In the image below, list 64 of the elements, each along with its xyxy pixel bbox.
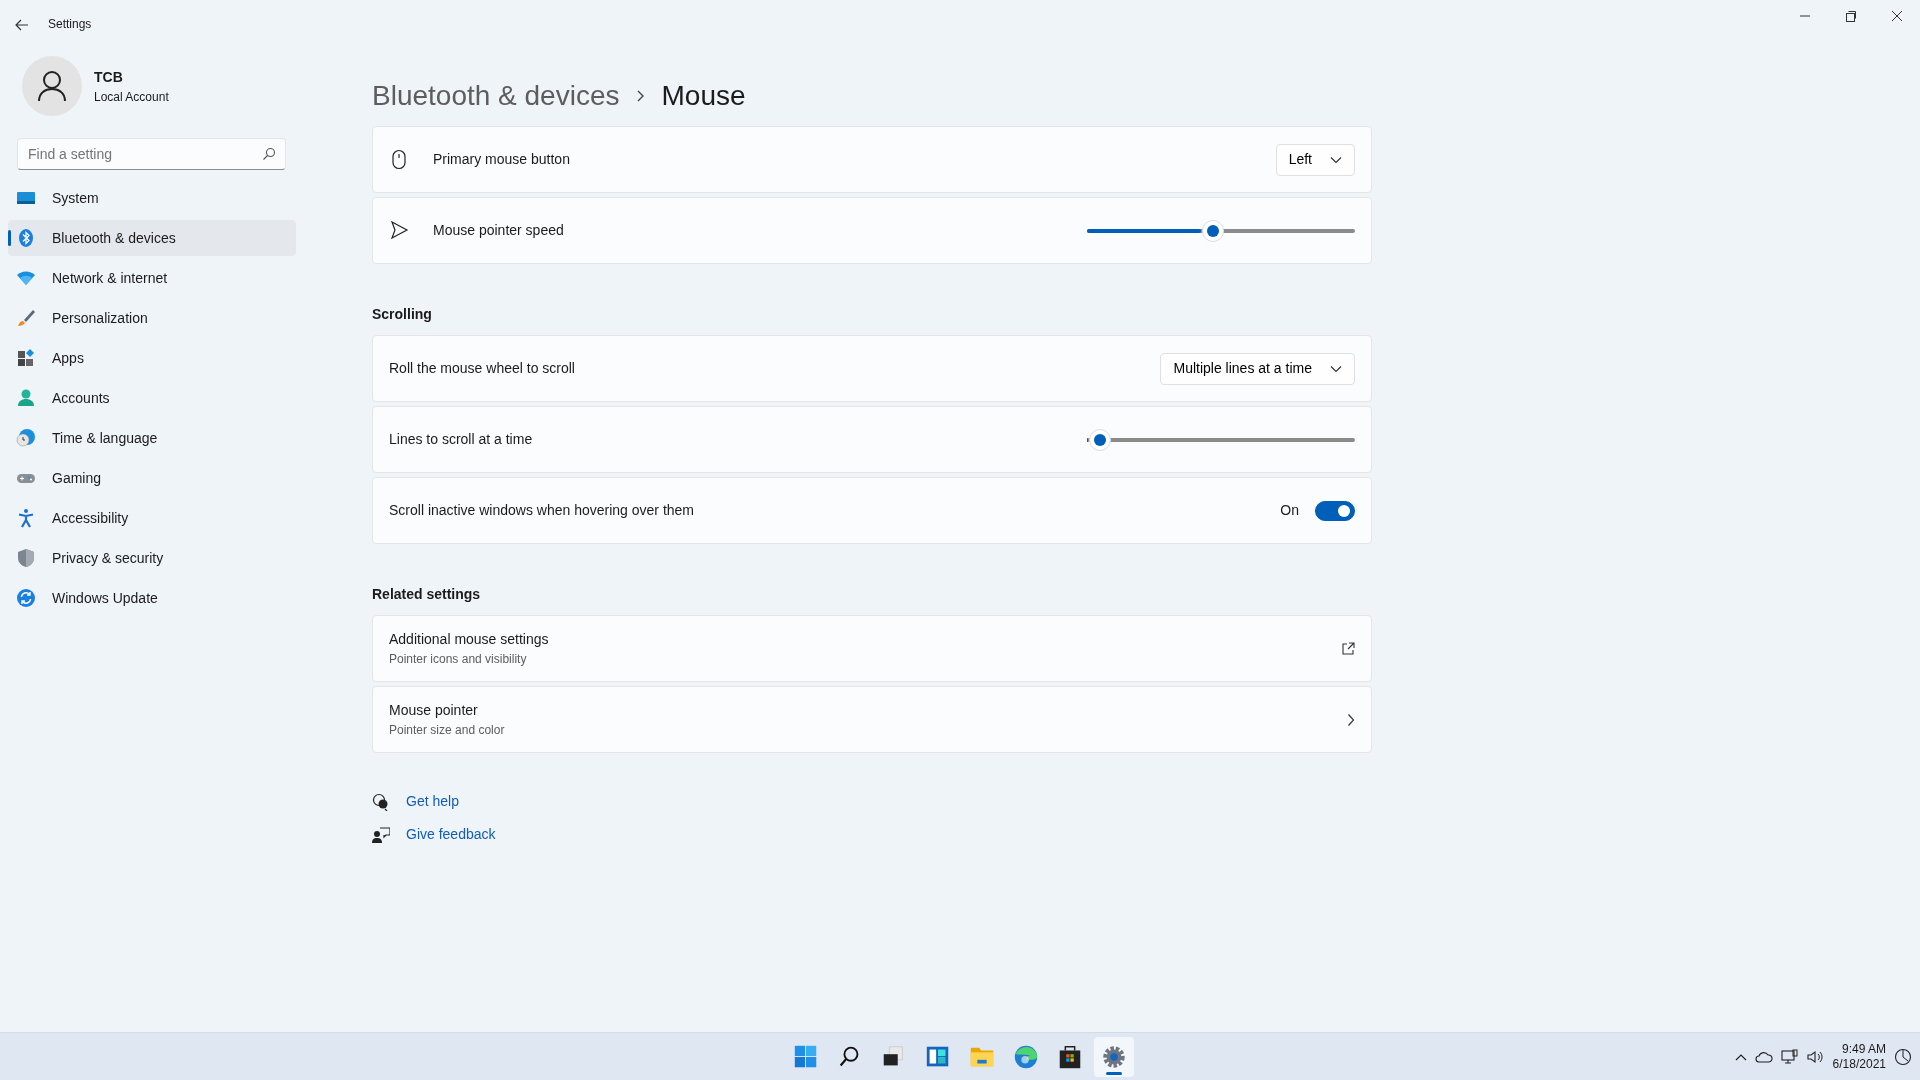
nav-item[interactable]: Personalization	[8, 300, 296, 336]
nav-item[interactable]: Accounts	[8, 380, 296, 416]
shield-icon	[16, 548, 36, 568]
person-icon	[16, 388, 36, 408]
section-title: Related settings	[372, 585, 482, 604]
setting-label: Roll the mouse wheel to scroll	[389, 359, 576, 378]
window-title: Settings	[48, 16, 92, 33]
search-icon	[262, 147, 276, 161]
nav-item[interactable]: Apps	[8, 340, 296, 376]
nav-item[interactable]: Time & language	[8, 420, 296, 456]
caret-icon	[1330, 364, 1342, 373]
dropdown[interactable]: Multiple lines at a time	[1160, 352, 1355, 385]
slider-thumb[interactable]	[1089, 428, 1112, 451]
tiles-icon	[16, 348, 36, 368]
setting-description: Pointer icons and visibility	[389, 651, 528, 668]
bluetooth-icon	[16, 228, 36, 248]
pointer-icon	[389, 220, 409, 241]
setting-label: Mouse pointer speed	[433, 221, 565, 240]
nav-item[interactable]: Network & internet	[8, 260, 296, 296]
sync-icon	[16, 588, 36, 608]
notification-icon[interactable]	[1894, 1047, 1912, 1066]
nav-item[interactable]: Accessibility	[8, 500, 296, 536]
external-link-icon	[1341, 641, 1355, 656]
setting-label: Additional mouse settings	[389, 630, 550, 649]
section-title: Scrolling	[372, 305, 433, 324]
dropdown[interactable]: Left	[1275, 143, 1355, 176]
breadcrumb-item[interactable]: Bluetooth & devices	[372, 75, 620, 117]
clock-date[interactable]: 6/18/2021	[1832, 1056, 1886, 1072]
caret-icon	[1330, 155, 1342, 164]
toggle-state: On	[1280, 501, 1299, 520]
figure-icon	[16, 508, 36, 528]
nav-item[interactable]: Bluetooth & devices	[8, 220, 296, 256]
nav-item[interactable]: Privacy & security	[8, 540, 296, 576]
help-link[interactable]: Give feedback	[406, 824, 496, 845]
globe-clock-icon	[16, 428, 36, 448]
mouse-icon	[389, 149, 409, 170]
cloud-icon[interactable]	[1754, 1050, 1773, 1063]
nav-item[interactable]: System	[8, 180, 296, 216]
nav-item[interactable]: Gaming	[8, 460, 296, 496]
setting-card[interactable]: Additional mouse settings Pointer icons and visibility	[372, 615, 1372, 682]
account-name: TCB	[94, 67, 124, 87]
help-icon	[372, 792, 390, 811]
brush-icon	[16, 308, 36, 328]
chevron-up-icon[interactable]	[1734, 1052, 1747, 1061]
setting-label: Mouse pointer	[389, 701, 479, 720]
setting-description: Pointer size and color	[389, 722, 506, 739]
clock-time[interactable]: 9:49 AM	[1832, 1041, 1886, 1057]
network-icon[interactable]	[1780, 1048, 1799, 1065]
nav-item[interactable]: Windows Update	[8, 580, 296, 616]
breadcrumb-item: Mouse	[661, 79, 746, 113]
setting-label: Primary mouse button	[433, 150, 571, 169]
chevron-icon	[1347, 712, 1355, 727]
setting-card[interactable]: Mouse pointer Pointer size and color	[372, 686, 1372, 753]
account-type: Local Account	[94, 88, 169, 106]
feedback-icon	[372, 825, 390, 844]
setting-label: Scroll inactive windows when hovering over them	[389, 501, 696, 520]
minimize-icon	[1800, 15, 1810, 17]
toggle-switch[interactable]	[1315, 500, 1355, 521]
setting-label: Lines to scroll at a time	[389, 430, 534, 449]
help-link[interactable]: Get help	[406, 791, 459, 812]
chevron-icon	[635, 89, 646, 103]
volume-icon[interactable]	[1806, 1049, 1825, 1064]
slider-thumb[interactable]	[1201, 219, 1224, 242]
search-field[interactable]: Find a setting	[17, 138, 286, 170]
